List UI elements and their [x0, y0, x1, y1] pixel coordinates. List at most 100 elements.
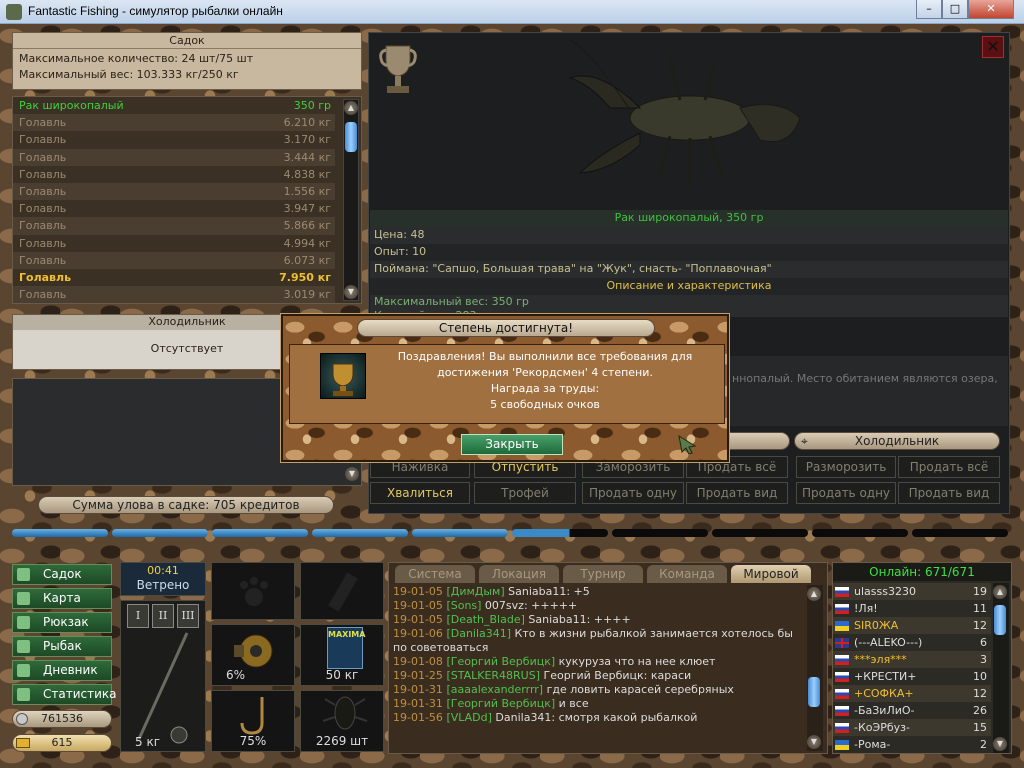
chat-user[interactable]: [STALKER48RUS]: [446, 669, 540, 682]
hook-slot[interactable]: 75%: [211, 690, 295, 752]
action-button[interactable]: Трофей: [474, 482, 576, 504]
maximize-button[interactable]: □: [942, 0, 968, 19]
chat-tab[interactable]: Команда: [647, 565, 727, 583]
dialog-close-button[interactable]: Закрыть: [461, 434, 563, 455]
fish-row[interactable]: Голавль 4.838 кг: [13, 165, 335, 183]
nav-button[interactable]: Карта: [12, 588, 112, 609]
beetle-bait-icon: [322, 696, 368, 730]
line-brand: MAXIMA: [328, 630, 366, 639]
action-button[interactable]: Продать всё: [898, 456, 1000, 478]
online-user[interactable]: -КоЭРбуз- 15: [833, 719, 991, 736]
sadok-max-count: Максимальное количество: 24 шт/75 шт: [19, 52, 254, 65]
nav-button[interactable]: Статистика: [12, 684, 117, 705]
detail-caught: Поймана: "Сапшо, Большая трава" на "Жук"…: [370, 261, 1008, 278]
online-scroll-thumb[interactable]: [994, 605, 1006, 635]
online-user[interactable]: +КРЕСТИ+ 10: [833, 668, 991, 685]
rod-slot[interactable]: I II III 5 кг: [120, 600, 206, 752]
line-slot[interactable]: MAXIMA 50 кг: [300, 624, 384, 686]
chat-scroll-down-icon[interactable]: ▼: [807, 735, 821, 749]
chat-user[interactable]: [Sons]: [446, 599, 481, 612]
action-button[interactable]: Продать одну: [582, 482, 684, 504]
chat-tab[interactable]: Локация: [479, 565, 559, 583]
action-button[interactable]: Продать одну: [796, 482, 896, 504]
reel-pct: 6%: [226, 668, 246, 682]
rod-weight: 5 кг: [135, 735, 161, 749]
fish-row[interactable]: Голавль 3.019 кг: [13, 286, 335, 304]
user-name-wrap: +КРЕСТИ+: [835, 668, 916, 685]
nav-icon: [17, 592, 30, 605]
chat-scroll-up-icon[interactable]: ▲: [807, 587, 821, 601]
fish-row[interactable]: Голавль 7.950 кг: [13, 268, 335, 287]
fish-list-scrollbar[interactable]: ▲ ▼: [343, 99, 359, 301]
chat-user[interactable]: [Danila341]: [446, 627, 511, 640]
nav-button[interactable]: Дневник: [12, 660, 112, 681]
chat-user[interactable]: [VLADd]: [446, 711, 491, 724]
fish-row[interactable]: Голавль 1.556 кг: [13, 182, 335, 201]
progress-bar-9: [812, 529, 908, 537]
chat-message: 19-01-08 [Георгий Вербицк] кукуруза что …: [393, 655, 805, 669]
detail-exp: Опыт: 10: [370, 244, 1008, 261]
action-button[interactable]: Продать вид: [898, 482, 1000, 504]
online-user[interactable]: SIR0ЖА 12: [833, 617, 991, 634]
fish-row[interactable]: Голавль 3.947 кг: [13, 200, 335, 218]
fish-row[interactable]: Голавль 3.170 кг: [13, 131, 335, 149]
nav-button[interactable]: Рюкзак: [12, 612, 112, 633]
online-user[interactable]: +СОФКА+ 12: [833, 685, 991, 702]
chat-user[interactable]: [Death_Blade]: [446, 613, 524, 626]
online-user[interactable]: ulasss3230 19: [833, 583, 991, 600]
fridge-tab[interactable]: ⌖ Холодильник: [794, 432, 1000, 450]
chat-user[interactable]: [Георгий Вербицк]: [446, 655, 555, 668]
fish-row[interactable]: Голавль 4.994 кг: [13, 234, 335, 252]
online-user[interactable]: (---ALEKO---) 6: [833, 634, 991, 651]
reel-slot[interactable]: 6%: [211, 624, 295, 686]
fish-row[interactable]: Голавль 6.073 кг: [13, 251, 335, 269]
close-window-button[interactable]: ✕: [968, 0, 1014, 19]
online-user[interactable]: ***эля*** 3: [833, 651, 991, 668]
gear-slot-empty-1[interactable]: [211, 562, 295, 620]
nav-button[interactable]: Садок: [12, 564, 112, 585]
gear-slot-empty-2[interactable]: [300, 562, 384, 620]
action-button[interactable]: Продать вид: [686, 482, 788, 504]
chat-text: где ловить карасей серебряных: [543, 683, 734, 696]
chat-text: 007svz: +++++: [481, 599, 578, 612]
rod-tab-1[interactable]: I: [127, 604, 149, 628]
achievement-dialog: Степень достигнута! Поздравления! Вы вып…: [281, 314, 729, 462]
detail-close-icon[interactable]: ✕: [982, 36, 1004, 58]
scroll-up-icon[interactable]: ▲: [344, 101, 358, 115]
chat-tab[interactable]: Турнир: [563, 565, 643, 583]
chat-tab[interactable]: Система: [395, 565, 475, 583]
scroll-thumb[interactable]: [345, 122, 357, 152]
rod-tab-2[interactable]: II: [152, 604, 174, 628]
rod-tab-3[interactable]: III: [177, 604, 199, 628]
user-name: ulasss3230: [854, 585, 916, 598]
fish-row[interactable]: Рак широкопалый 350 гр: [13, 97, 335, 115]
chat-user[interactable]: [Георгий Вербицк]: [446, 697, 555, 710]
country-flag-icon: [835, 604, 849, 614]
nav-button[interactable]: Рыбак: [12, 636, 112, 657]
action-button[interactable]: Хвалиться: [370, 482, 470, 504]
bait-slot[interactable]: 2269 шт: [300, 690, 384, 752]
action-button[interactable]: Разморозить: [796, 456, 896, 478]
fridge-scroll-down-icon[interactable]: ▼: [345, 467, 359, 481]
fish-row[interactable]: Голавль 6.210 кг: [13, 114, 335, 132]
fish-row[interactable]: Голавль 3.444 кг: [13, 148, 335, 166]
scroll-down-icon[interactable]: ▼: [344, 285, 358, 299]
user-name-wrap: +СОФКА+: [835, 685, 914, 702]
online-scrollbar[interactable]: ▲ ▼: [993, 583, 1009, 753]
online-user[interactable]: -Рома- 2: [833, 736, 991, 753]
chat-scrollbar[interactable]: ▲ ▼: [807, 585, 823, 751]
online-scroll-down-icon[interactable]: ▼: [993, 737, 1007, 751]
chat-tab[interactable]: Мировой: [731, 565, 811, 583]
minimize-button[interactable]: –: [916, 0, 942, 19]
online-user[interactable]: -БаЗиЛиО- 26: [833, 702, 991, 719]
user-name-wrap: ***эля***: [835, 651, 907, 668]
user-level: 15: [973, 721, 987, 734]
chat-scroll-thumb[interactable]: [808, 677, 820, 707]
online-user[interactable]: !Ля! 11: [833, 600, 991, 617]
detail-desc-header: Описание и характеристика: [370, 278, 1008, 295]
nav-label: Садок: [43, 567, 82, 581]
fish-row[interactable]: Голавль 5.866 кг: [13, 217, 335, 235]
chat-user[interactable]: [aaaalexanderrrr]: [446, 683, 543, 696]
chat-user[interactable]: [ДимДым]: [446, 585, 504, 598]
online-scroll-up-icon[interactable]: ▲: [993, 585, 1007, 599]
